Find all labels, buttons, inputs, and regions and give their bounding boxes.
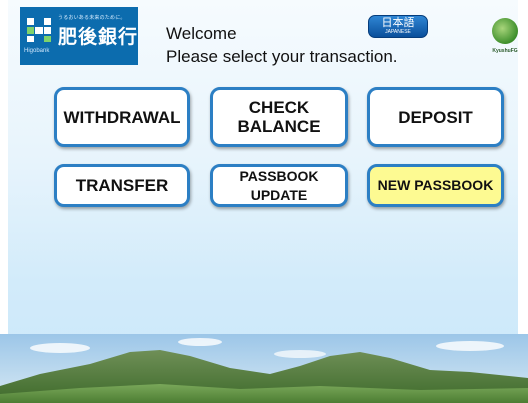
japanese-language-button[interactable]: 日本語 JAPANESE <box>368 15 428 38</box>
group-logo: KyushuFG <box>487 18 523 64</box>
tree-icon <box>492 18 518 44</box>
group-logo-label: KyushuFG <box>492 48 518 54</box>
bank-tagline: うるおいある未来のために。 <box>58 15 126 21</box>
bank-logo: うるおいある未来のために。 肥後銀行 Higobank <box>20 7 138 65</box>
instruction-text: Please select your transaction. <box>166 47 398 66</box>
language-label: 日本語 <box>381 16 415 29</box>
welcome-text: Welcome <box>166 24 237 43</box>
withdrawal-label: WITHDRAWAL <box>63 107 181 127</box>
deposit-label: DEPOSIT <box>398 107 473 127</box>
language-sublabel: JAPANESE <box>385 29 411 35</box>
atm-screen: うるおいある未来のために。 肥後銀行 Higobank Welcome Plea… <box>0 0 528 403</box>
transfer-label: TRANSFER <box>75 176 169 195</box>
transfer-button[interactable]: TRANSFER <box>54 164 190 207</box>
check-balance-label: CHECK BALANCE <box>237 98 321 136</box>
new-passbook-label: NEW PASSBOOK <box>377 177 494 193</box>
passbook-update-label: PASSBOOK UPDATE <box>239 167 319 203</box>
check-balance-button[interactable]: CHECK BALANCE <box>210 87 348 147</box>
bank-name-en: Higobank <box>24 48 50 54</box>
mountain-landscape-image <box>0 334 528 403</box>
bank-mark-icon <box>27 18 51 42</box>
new-passbook-button[interactable]: NEW PASSBOOK <box>367 164 504 207</box>
withdrawal-button[interactable]: WITHDRAWAL <box>54 87 190 147</box>
passbook-update-button[interactable]: PASSBOOK UPDATE <box>210 164 348 207</box>
deposit-button[interactable]: DEPOSIT <box>367 87 504 147</box>
bank-name: 肥後銀行 <box>58 26 139 48</box>
